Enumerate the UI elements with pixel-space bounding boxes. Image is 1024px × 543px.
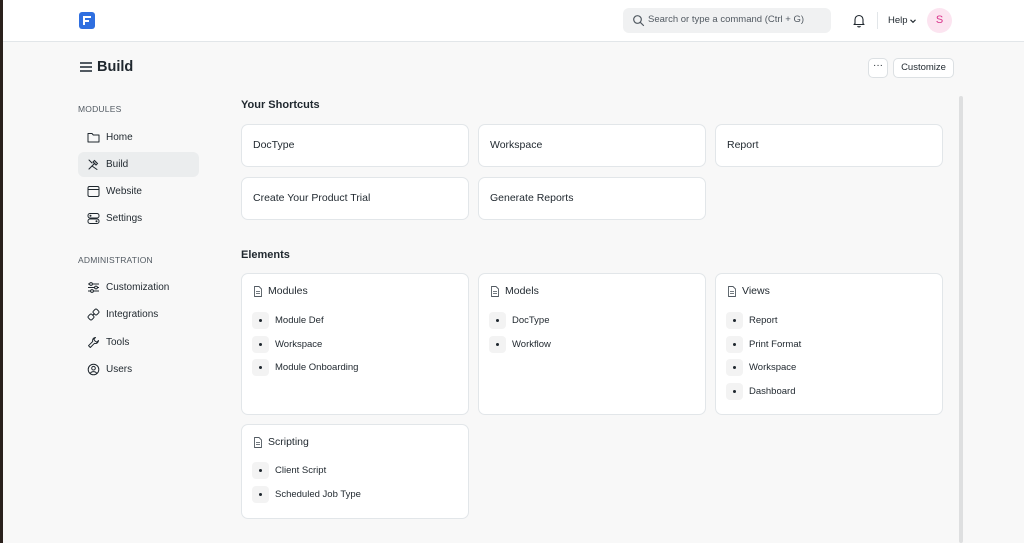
link-label: Dashboard (749, 386, 796, 397)
shortcut-label: Report (727, 139, 759, 151)
sidebar-item-website[interactable]: Website (78, 179, 199, 204)
shortcut-label: Workspace (490, 139, 543, 151)
hamburger-menu-icon[interactable] (80, 61, 92, 72)
card-title: Modules (268, 285, 308, 297)
page-title: Build (97, 59, 134, 75)
sidebar-section-administration: ADMINISTRATION (78, 255, 153, 265)
sidebar-item-settings[interactable]: Settings (78, 206, 199, 231)
bell-icon[interactable] (852, 13, 866, 28)
search-icon (633, 15, 645, 27)
integrations-icon (87, 308, 100, 321)
shortcut-generate-reports[interactable]: Generate Reports (478, 177, 706, 220)
card-modules: Modules Module Def Workspace Module Onbo… (241, 273, 469, 415)
search-bar[interactable]: Search or type a command (Ctrl + G) (623, 8, 831, 33)
card-models: Models DocType Workflow (478, 273, 706, 415)
shortcuts-heading: Your Shortcuts (241, 99, 320, 111)
card-title: Scripting (268, 436, 309, 448)
card-title: Views (742, 285, 770, 297)
bullet-icon (726, 359, 743, 376)
sidebar-item-label: Integrations (106, 309, 159, 320)
shortcut-create-product-trial[interactable]: Create Your Product Trial (241, 177, 469, 220)
card-title: Models (505, 285, 539, 297)
card-scripting: Scripting Client Script Scheduled Job Ty… (241, 424, 469, 519)
sidebar-item-integrations[interactable]: Integrations (78, 302, 199, 327)
search-placeholder: Search or type a command (Ctrl + G) (648, 14, 805, 25)
sidebar-section-modules: MODULES (78, 104, 122, 114)
bullet-icon (726, 383, 743, 400)
file-icon (254, 286, 262, 297)
file-icon (728, 286, 736, 297)
shortcut-label: DocType (253, 139, 295, 151)
link-label: DocType (512, 315, 550, 326)
app-window: Search or type a command (Ctrl + G) Help… (3, 0, 1024, 543)
shortcut-label: Create Your Product Trial (253, 192, 371, 204)
users-icon (87, 363, 100, 376)
bullet-icon (489, 312, 506, 329)
sidebar-item-customization[interactable]: Customization (78, 275, 199, 300)
shortcut-label: Generate Reports (490, 192, 574, 204)
elements-heading: Elements (241, 249, 290, 261)
sidebar-item-tools[interactable]: Tools (78, 330, 199, 355)
avatar[interactable]: S (927, 8, 952, 33)
wrench-icon (88, 337, 99, 348)
link-label: Workspace (749, 362, 797, 373)
navbar: Search or type a command (Ctrl + G) Help… (3, 0, 1024, 42)
customize-button[interactable]: Customize (893, 58, 954, 78)
link-label: Workspace (275, 339, 323, 350)
chevron-down-icon[interactable] (909, 17, 917, 25)
file-icon (254, 437, 262, 448)
shortcut-workspace[interactable]: Workspace (478, 124, 706, 167)
sidebar-item-label: Home (106, 132, 133, 143)
sidebar-item-build[interactable]: Build (78, 152, 199, 177)
link-label: Workflow (512, 339, 551, 350)
help-menu[interactable]: Help (888, 15, 908, 26)
link-label: Scheduled Job Type (275, 489, 361, 500)
link-label: Client Script (275, 465, 327, 476)
file-icon (491, 286, 499, 297)
sidebar-item-users[interactable]: Users (78, 357, 199, 382)
sidebar-item-label: Build (106, 159, 129, 170)
link-label: Print Format (749, 339, 802, 350)
navbar-divider (877, 12, 878, 29)
bullet-icon (726, 312, 743, 329)
sidebar-item-home[interactable]: Home (78, 125, 199, 150)
frappe-logo-icon[interactable] (79, 12, 95, 29)
page-scrollbar[interactable] (959, 96, 963, 543)
link-label: Module Def (275, 315, 324, 326)
sidebar-item-label: Customization (106, 282, 170, 293)
bullet-icon (252, 336, 269, 353)
bullet-icon (252, 462, 269, 479)
sidebar-item-label: Users (106, 364, 133, 375)
more-options-button[interactable]: ··· (868, 58, 888, 78)
sidebar-item-label: Settings (106, 213, 143, 224)
sliders-icon (88, 282, 99, 293)
folder-icon (87, 133, 100, 143)
sidebar-item-label: Tools (106, 337, 130, 348)
bullet-icon (726, 336, 743, 353)
bullet-icon (252, 359, 269, 376)
browser-icon (87, 186, 100, 197)
link-label: Report (749, 315, 778, 326)
sidebar-item-label: Website (106, 186, 142, 197)
bullet-icon (252, 486, 269, 503)
bullet-icon (252, 312, 269, 329)
shortcut-doctype[interactable]: DocType (241, 124, 469, 167)
bullet-icon (489, 336, 506, 353)
settings-icon (87, 213, 100, 224)
card-views: Views Report Print Format Workspace Dash… (715, 273, 943, 415)
link-label: Module Onboarding (275, 362, 359, 373)
shortcut-report[interactable]: Report (715, 124, 943, 167)
tools-icon (88, 159, 99, 170)
